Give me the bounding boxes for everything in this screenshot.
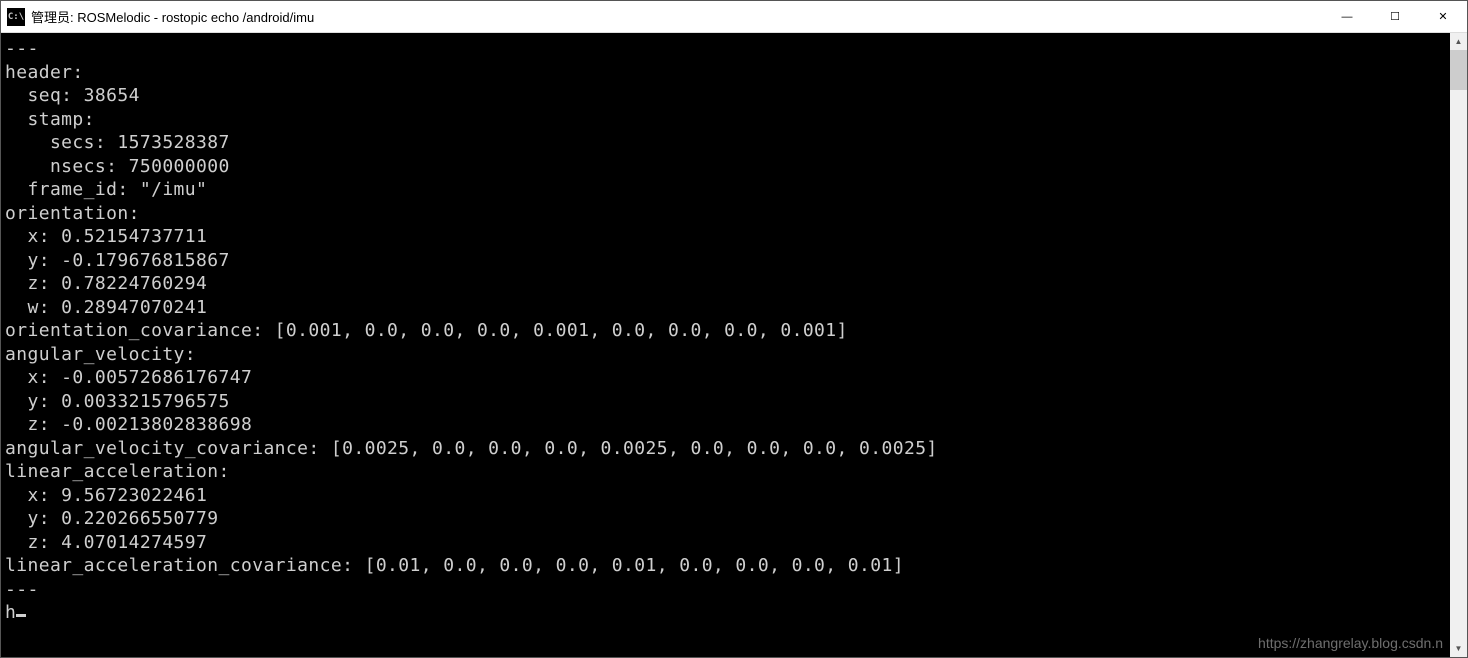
console-area[interactable]: --- header: seq: 38654 stamp: secs: 1573…: [1, 33, 1467, 657]
console-output: --- header: seq: 38654 stamp: secs: 1573…: [1, 33, 1450, 657]
scroll-up-button[interactable]: ▲: [1450, 33, 1467, 50]
window-title: 管理员: ROSMelodic - rostopic echo /android…: [31, 7, 1323, 26]
text-cursor: [16, 614, 26, 617]
titlebar[interactable]: C:\ 管理员: ROSMelodic - rostopic echo /and…: [1, 1, 1467, 33]
close-button[interactable]: ✕: [1419, 1, 1467, 32]
maximize-button[interactable]: ☐: [1371, 1, 1419, 32]
scroll-down-button[interactable]: ▼: [1450, 640, 1467, 657]
scroll-thumb[interactable]: [1450, 50, 1467, 90]
window-controls: — ☐ ✕: [1323, 1, 1467, 32]
terminal-window: C:\ 管理员: ROSMelodic - rostopic echo /and…: [0, 0, 1468, 658]
minimize-button[interactable]: —: [1323, 1, 1371, 32]
app-icon: C:\: [7, 8, 25, 26]
vertical-scrollbar[interactable]: ▲ ▼: [1450, 33, 1467, 657]
